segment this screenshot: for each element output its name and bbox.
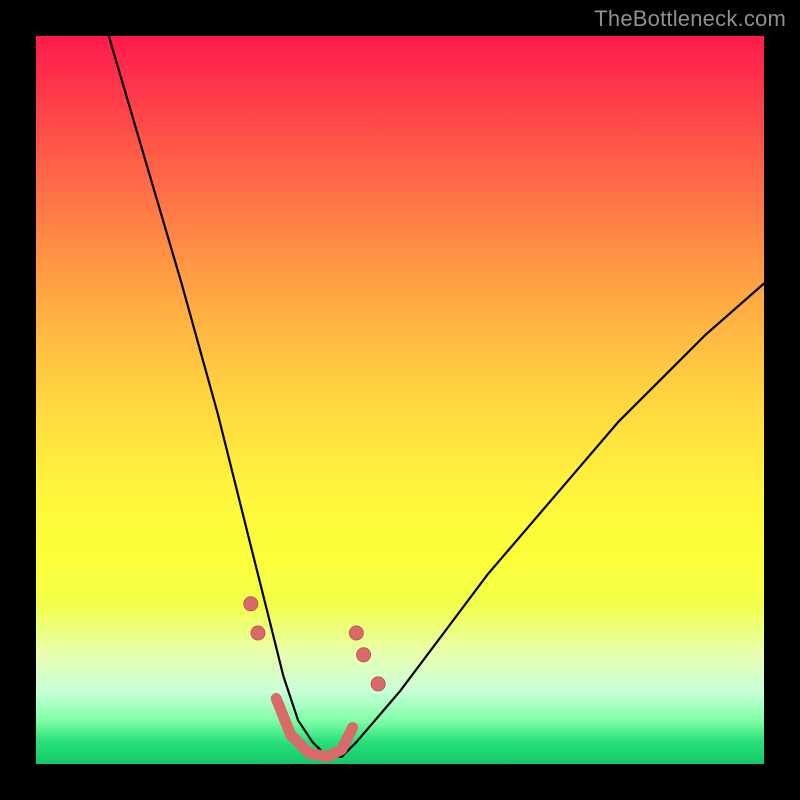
data-marker (244, 597, 258, 611)
bottleneck-curve (109, 36, 764, 757)
data-marker (371, 677, 385, 691)
chart-frame: TheBottleneck.com (0, 0, 800, 800)
plot-area (36, 36, 764, 764)
curve-svg (36, 36, 764, 764)
data-marker (357, 648, 371, 662)
watermark-text: TheBottleneck.com (594, 6, 786, 32)
trough-marker-line (276, 699, 353, 757)
data-marker (251, 626, 265, 640)
marker-group (244, 597, 385, 691)
data-marker (349, 626, 363, 640)
